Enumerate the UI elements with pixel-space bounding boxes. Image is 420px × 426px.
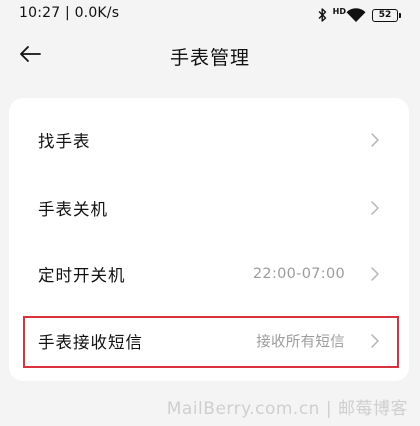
find-watch-row[interactable]: 找手表 [9, 107, 409, 173]
status-time-speed: 10:27 | 0.0K/s [19, 5, 120, 21]
row-label: 手表接收短信 [38, 333, 143, 352]
status-bar: 10:27 | 0.0K/s HD 52 [0, 0, 420, 30]
row-label: 定时开关机 [38, 266, 126, 285]
hd-icon: HD [332, 7, 346, 16]
power-off-row[interactable]: 手表关机 [9, 175, 409, 241]
receive-sms-row[interactable]: 手表接收短信 接收所有短信 [9, 308, 409, 374]
chevron-right-icon [370, 333, 380, 349]
settings-card: 找手表 手表关机 定时开关机 22:00-07:00 手表接收短信 接收所有短信 [9, 98, 409, 381]
row-label: 找手表 [38, 132, 91, 151]
battery-level: 52 [378, 9, 392, 20]
chevron-right-icon [370, 266, 380, 282]
scheduled-power-row[interactable]: 定时开关机 22:00-07:00 [9, 241, 409, 307]
schedule-value: 22:00-07:00 [252, 266, 345, 282]
watermark: MailBerry.com.cn | 邮莓博客 [166, 399, 408, 419]
status-icons: HD 52 [318, 5, 401, 25]
row-label: 手表关机 [38, 200, 108, 219]
chevron-right-icon [370, 132, 380, 148]
bluetooth-icon [318, 8, 327, 22]
sms-setting-value: 接收所有短信 [256, 334, 345, 351]
page-title: 手表管理 [169, 47, 250, 69]
chevron-right-icon [370, 200, 380, 216]
wifi-icon: HD [333, 8, 366, 23]
header: 手表管理 [0, 30, 420, 80]
battery-icon: 52 [372, 8, 401, 22]
